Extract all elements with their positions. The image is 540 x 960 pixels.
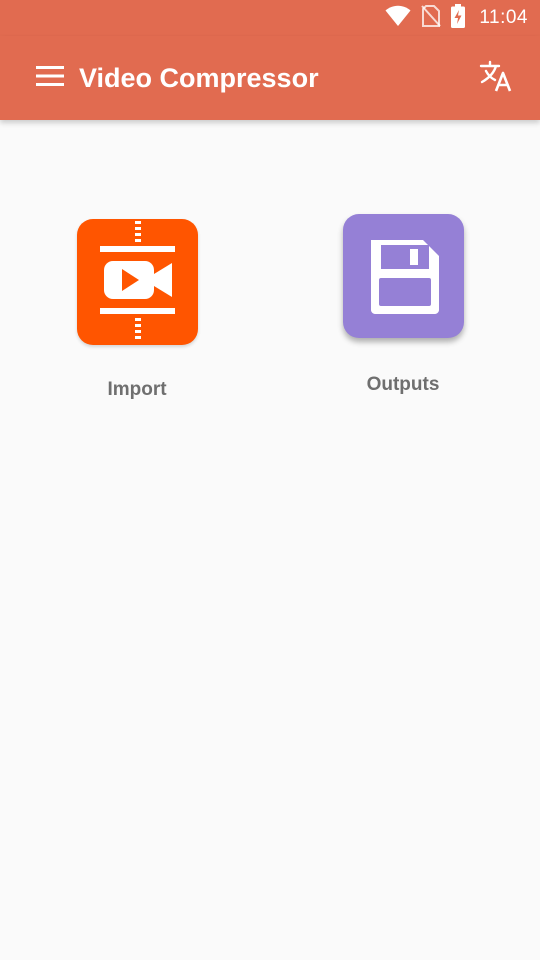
outputs-tile[interactable]: Outputs xyxy=(323,214,483,396)
import-label: Import xyxy=(107,379,167,400)
import-tile[interactable]: Import xyxy=(57,214,217,401)
translate-button[interactable] xyxy=(472,54,520,102)
hamburger-menu-icon xyxy=(36,65,64,91)
app-bar: Video Compressor xyxy=(0,36,540,120)
menu-button[interactable] xyxy=(26,54,74,102)
status-icons: 11:04 xyxy=(385,0,528,36)
battery-charging-icon xyxy=(451,3,466,33)
main-content: Import Outputs xyxy=(0,120,540,960)
video-compress-icon xyxy=(76,219,198,345)
wifi-icon xyxy=(385,5,411,32)
status-time: 11:04 xyxy=(479,7,528,28)
no-sim-icon xyxy=(421,4,442,32)
status-bar: 11:04 xyxy=(0,0,540,36)
translate-icon xyxy=(479,60,513,97)
floppy-save-icon xyxy=(342,214,464,338)
app-title: Video Compressor xyxy=(79,63,319,93)
outputs-label: Outputs xyxy=(366,374,440,395)
